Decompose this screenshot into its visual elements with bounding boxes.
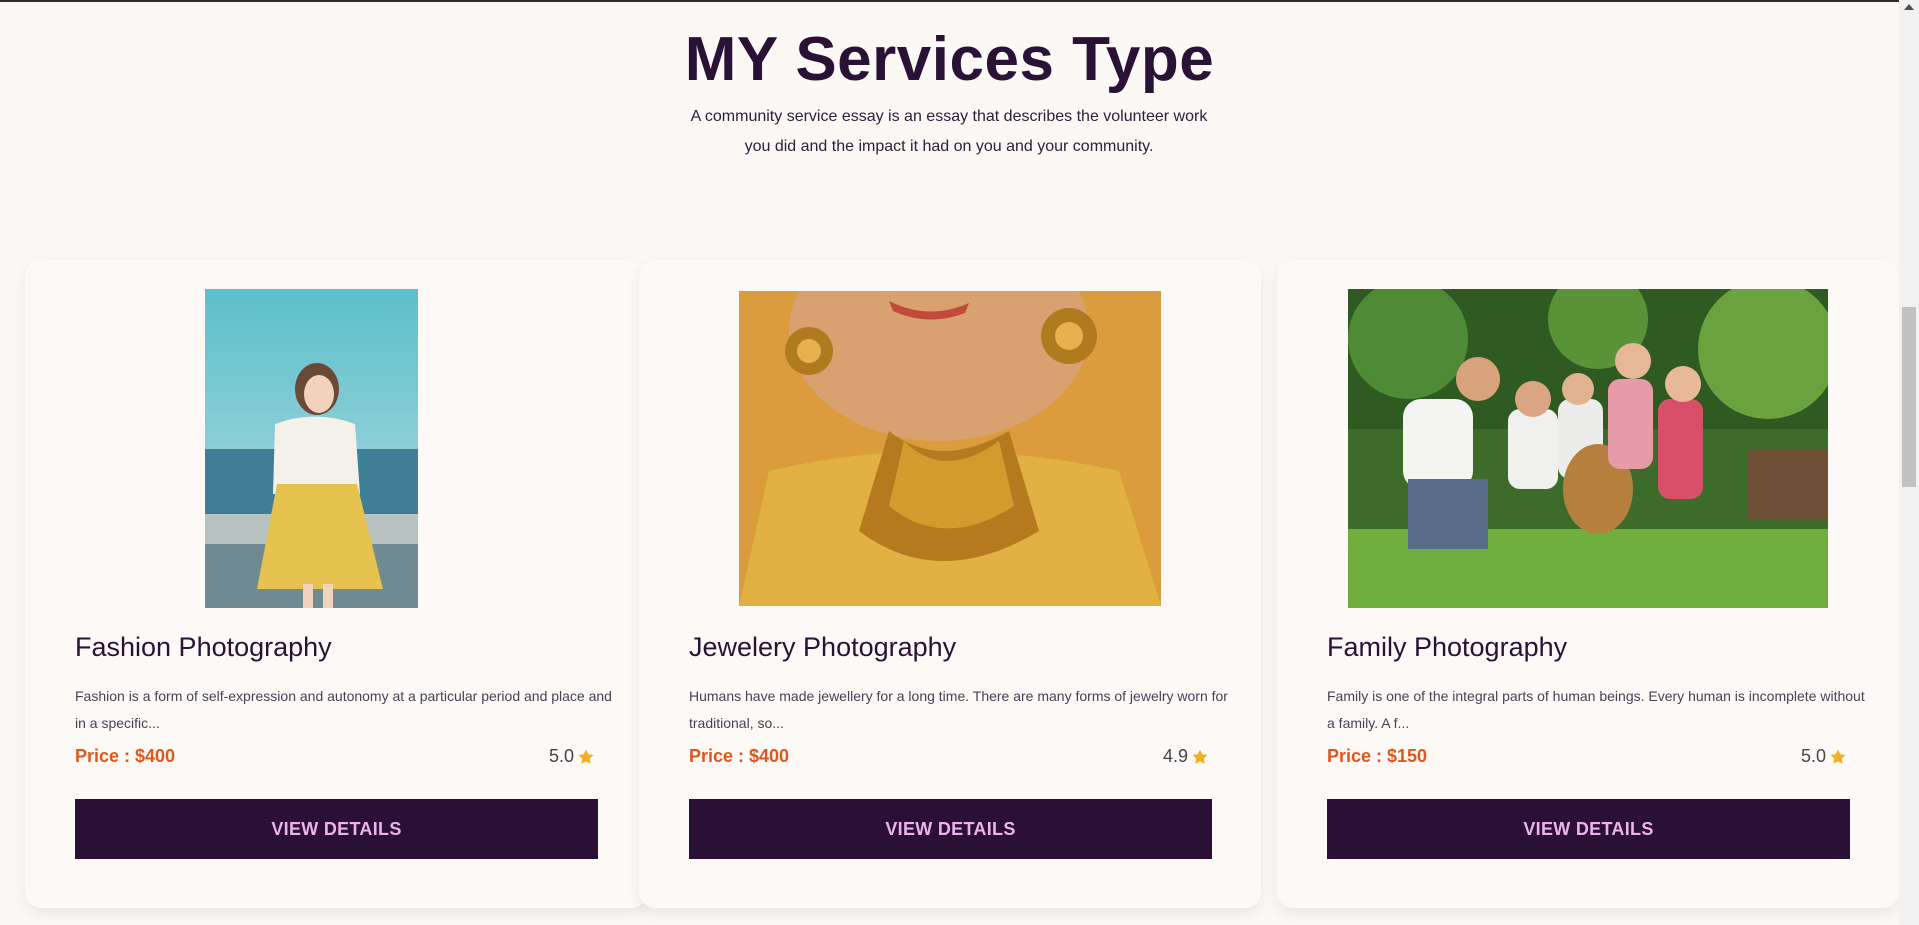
section-title: MY Services Type [684, 25, 1215, 94]
card-rating: 5.0 [1801, 746, 1847, 767]
card-price: Price : $400 [75, 746, 176, 766]
service-card-family: Family Photography Family is one of the … [1277, 260, 1899, 908]
rating-value: 5.0 [1800, 746, 1826, 766]
star-icon [1192, 749, 1208, 764]
card-rating: 5.0 [549, 746, 595, 767]
card-description: Fashion is a form of self-expression and… [75, 688, 612, 731]
card-description: Family is one of the integral parts of h… [1327, 688, 1865, 731]
rating-value: 5.0 [548, 746, 574, 766]
card-description: Humans have made jewellery for a long ti… [689, 688, 1228, 731]
view-details-button[interactable]: VIEW DETAILS [1327, 799, 1850, 859]
card-title: Family Photography [1327, 632, 1568, 662]
family-photo-image [1348, 289, 1828, 608]
star-icon [578, 749, 594, 764]
card-price: Price : $400 [689, 746, 790, 766]
service-card-fashion: Fashion Photography Fashion is a form of… [25, 260, 647, 908]
section-subtitle: A community service essay is an essay th… [690, 108, 1208, 155]
fashion-photo-image [205, 289, 418, 608]
card-rating: 4.9 [1163, 746, 1209, 767]
service-card-jewelery: Jewelery Photography Humans have made je… [639, 260, 1261, 908]
scroll-up-arrow-icon[interactable] [1904, 4, 1914, 10]
card-price: Price : $150 [1327, 746, 1428, 766]
card-title: Fashion Photography [75, 632, 332, 662]
services-section: MY Services Type A community service ess… [0, 2, 1899, 925]
vertical-scrollbar[interactable] [1899, 0, 1919, 925]
star-icon [1830, 749, 1846, 764]
card-title: Jewelery Photography [689, 632, 957, 662]
rating-value: 4.9 [1162, 746, 1188, 766]
scroll-thumb[interactable] [1902, 307, 1916, 487]
view-details-button[interactable]: VIEW DETAILS [75, 799, 598, 859]
view-details-button[interactable]: VIEW DETAILS [689, 799, 1212, 859]
jewelry-photo-image [739, 291, 1161, 606]
